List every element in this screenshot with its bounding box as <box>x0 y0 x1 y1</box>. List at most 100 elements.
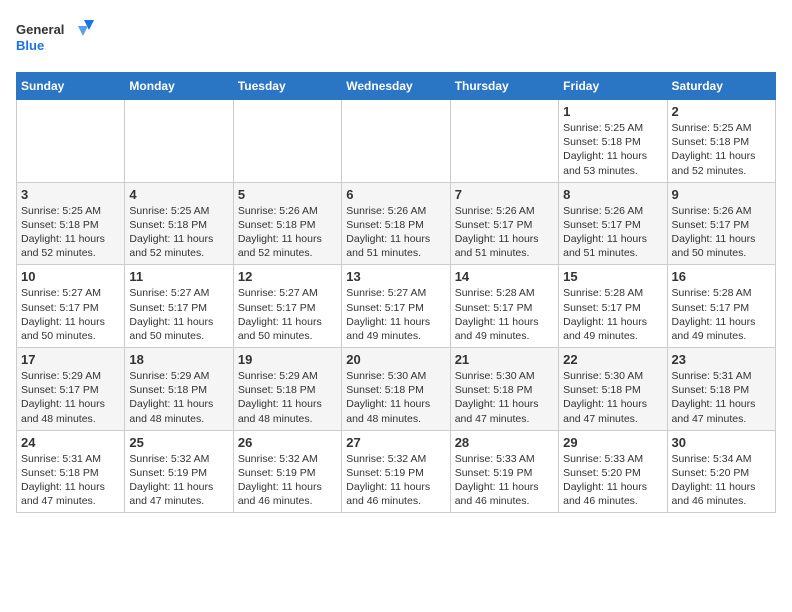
day-cell: 23 Sunrise: 5:31 AMSunset: 5:18 PMDayligh… <box>667 348 775 431</box>
week-row-2: 3 Sunrise: 5:25 AMSunset: 5:18 PMDaylight… <box>17 182 776 265</box>
day-cell <box>17 100 125 183</box>
day-number: 3 <box>21 187 120 202</box>
day-number: 10 <box>21 269 120 284</box>
day-number: 6 <box>346 187 445 202</box>
day-cell <box>125 100 233 183</box>
day-number: 14 <box>455 269 554 284</box>
day-cell <box>450 100 558 183</box>
day-number: 22 <box>563 352 662 367</box>
day-cell: 2 Sunrise: 5:25 AMSunset: 5:18 PMDaylight… <box>667 100 775 183</box>
day-info: Sunrise: 5:32 AMSunset: 5:19 PMDaylight:… <box>346 452 445 509</box>
day-cell: 12 Sunrise: 5:27 AMSunset: 5:17 PMDayligh… <box>233 265 341 348</box>
day-cell: 1 Sunrise: 5:25 AMSunset: 5:18 PMDaylight… <box>559 100 667 183</box>
weekday-header-wednesday: Wednesday <box>342 73 450 100</box>
day-info: Sunrise: 5:32 AMSunset: 5:19 PMDaylight:… <box>129 452 228 509</box>
day-number: 21 <box>455 352 554 367</box>
day-cell: 17 Sunrise: 5:29 AMSunset: 5:17 PMDayligh… <box>17 348 125 431</box>
day-number: 20 <box>346 352 445 367</box>
day-info: Sunrise: 5:29 AMSunset: 5:18 PMDaylight:… <box>129 369 228 426</box>
logo: General Blue <box>16 16 96 60</box>
day-info: Sunrise: 5:26 AMSunset: 5:18 PMDaylight:… <box>238 204 337 261</box>
day-cell: 15 Sunrise: 5:28 AMSunset: 5:17 PMDayligh… <box>559 265 667 348</box>
svg-text:Blue: Blue <box>16 38 44 53</box>
day-cell: 7 Sunrise: 5:26 AMSunset: 5:17 PMDaylight… <box>450 182 558 265</box>
day-number: 25 <box>129 435 228 450</box>
day-cell: 16 Sunrise: 5:28 AMSunset: 5:17 PMDayligh… <box>667 265 775 348</box>
day-info: Sunrise: 5:26 AMSunset: 5:17 PMDaylight:… <box>672 204 771 261</box>
day-number: 13 <box>346 269 445 284</box>
day-cell: 21 Sunrise: 5:30 AMSunset: 5:18 PMDayligh… <box>450 348 558 431</box>
day-info: Sunrise: 5:28 AMSunset: 5:17 PMDaylight:… <box>455 286 554 343</box>
day-cell <box>342 100 450 183</box>
weekday-header-sunday: Sunday <box>17 73 125 100</box>
weekday-header-thursday: Thursday <box>450 73 558 100</box>
day-number: 12 <box>238 269 337 284</box>
day-cell: 3Sunrise: 5:25 AMSunset: 5:18 PMDaylight… <box>17 182 125 265</box>
day-info: Sunrise: 5:26 AMSunset: 5:17 PMDaylight:… <box>455 204 554 261</box>
day-cell: 26 Sunrise: 5:32 AMSunset: 5:19 PMDayligh… <box>233 430 341 513</box>
day-info: Sunrise: 5:25 AMSunset: 5:18 PMDaylight:… <box>129 204 228 261</box>
weekday-header-friday: Friday <box>559 73 667 100</box>
day-info: Sunrise: 5:29 AMSunset: 5:17 PMDaylight:… <box>21 369 120 426</box>
day-info: Sunrise: 5:34 AMSunset: 5:20 PMDaylight:… <box>672 452 771 509</box>
day-number: 16 <box>672 269 771 284</box>
day-info: Sunrise: 5:26 AMSunset: 5:17 PMDaylight:… <box>563 204 662 261</box>
day-info: Sunrise: 5:25 AMSunset: 5:18 PMDaylight:… <box>563 121 662 178</box>
day-info: Sunrise: 5:30 AMSunset: 5:18 PMDaylight:… <box>346 369 445 426</box>
day-cell <box>233 100 341 183</box>
weekday-header-row: SundayMondayTuesdayWednesdayThursdayFrid… <box>17 73 776 100</box>
weekday-header-monday: Monday <box>125 73 233 100</box>
day-number: 28 <box>455 435 554 450</box>
day-info: Sunrise: 5:33 AMSunset: 5:20 PMDaylight:… <box>563 452 662 509</box>
week-row-5: 24 Sunrise: 5:31 AMSunset: 5:18 PMDayligh… <box>17 430 776 513</box>
day-info: Sunrise: 5:26 AMSunset: 5:18 PMDaylight:… <box>346 204 445 261</box>
day-cell: 11 Sunrise: 5:27 AMSunset: 5:17 PMDayligh… <box>125 265 233 348</box>
day-number: 11 <box>129 269 228 284</box>
day-info: Sunrise: 5:32 AMSunset: 5:19 PMDaylight:… <box>238 452 337 509</box>
calendar-table: SundayMondayTuesdayWednesdayThursdayFrid… <box>16 72 776 513</box>
day-info: Sunrise: 5:31 AMSunset: 5:18 PMDaylight:… <box>672 369 771 426</box>
day-cell: 18Sunrise: 5:29 AMSunset: 5:18 PMDayligh… <box>125 348 233 431</box>
day-cell: 4 Sunrise: 5:25 AMSunset: 5:18 PMDaylight… <box>125 182 233 265</box>
day-cell: 10 Sunrise: 5:27 AMSunset: 5:17 PMDayligh… <box>17 265 125 348</box>
day-info: Sunrise: 5:28 AMSunset: 5:17 PMDaylight:… <box>672 286 771 343</box>
day-number: 7 <box>455 187 554 202</box>
day-number: 26 <box>238 435 337 450</box>
day-number: 5 <box>238 187 337 202</box>
day-number: 24 <box>21 435 120 450</box>
day-number: 30 <box>672 435 771 450</box>
day-info: Sunrise: 5:25 AMSunset: 5:18 PMDaylight:… <box>672 121 771 178</box>
day-number: 2 <box>672 104 771 119</box>
day-number: 4 <box>129 187 228 202</box>
day-info: Sunrise: 5:30 AMSunset: 5:18 PMDaylight:… <box>455 369 554 426</box>
week-row-1: 1 Sunrise: 5:25 AMSunset: 5:18 PMDaylight… <box>17 100 776 183</box>
day-number: 8 <box>563 187 662 202</box>
day-info: Sunrise: 5:30 AMSunset: 5:18 PMDaylight:… <box>563 369 662 426</box>
svg-text:General: General <box>16 22 64 37</box>
day-info: Sunrise: 5:27 AMSunset: 5:17 PMDaylight:… <box>238 286 337 343</box>
day-info: Sunrise: 5:27 AMSunset: 5:17 PMDaylight:… <box>21 286 120 343</box>
day-info: Sunrise: 5:27 AMSunset: 5:17 PMDaylight:… <box>346 286 445 343</box>
day-number: 17 <box>21 352 120 367</box>
day-number: 23 <box>672 352 771 367</box>
day-number: 9 <box>672 187 771 202</box>
weekday-header-tuesday: Tuesday <box>233 73 341 100</box>
day-info: Sunrise: 5:27 AMSunset: 5:17 PMDaylight:… <box>129 286 228 343</box>
day-cell: 28Sunrise: 5:33 AMSunset: 5:19 PMDayligh… <box>450 430 558 513</box>
day-info: Sunrise: 5:28 AMSunset: 5:17 PMDaylight:… <box>563 286 662 343</box>
day-info: Sunrise: 5:31 AMSunset: 5:18 PMDaylight:… <box>21 452 120 509</box>
week-row-3: 10 Sunrise: 5:27 AMSunset: 5:17 PMDayligh… <box>17 265 776 348</box>
day-cell: 13 Sunrise: 5:27 AMSunset: 5:17 PMDayligh… <box>342 265 450 348</box>
day-cell: 29Sunrise: 5:33 AMSunset: 5:20 PMDayligh… <box>559 430 667 513</box>
day-cell: 5 Sunrise: 5:26 AMSunset: 5:18 PMDaylight… <box>233 182 341 265</box>
day-info: Sunrise: 5:29 AMSunset: 5:18 PMDaylight:… <box>238 369 337 426</box>
day-number: 15 <box>563 269 662 284</box>
day-number: 1 <box>563 104 662 119</box>
day-number: 19 <box>238 352 337 367</box>
day-cell: 6 Sunrise: 5:26 AMSunset: 5:18 PMDaylight… <box>342 182 450 265</box>
day-cell: 30 Sunrise: 5:34 AMSunset: 5:20 PMDayligh… <box>667 430 775 513</box>
day-cell: 22 Sunrise: 5:30 AMSunset: 5:18 PMDayligh… <box>559 348 667 431</box>
day-cell: 20 Sunrise: 5:30 AMSunset: 5:18 PMDayligh… <box>342 348 450 431</box>
day-cell: 27 Sunrise: 5:32 AMSunset: 5:19 PMDayligh… <box>342 430 450 513</box>
day-number: 27 <box>346 435 445 450</box>
